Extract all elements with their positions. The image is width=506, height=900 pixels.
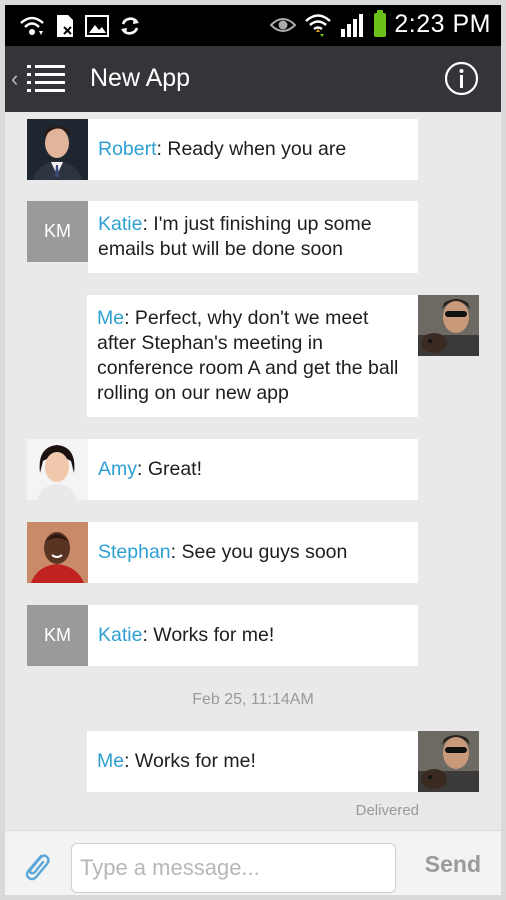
message-text: : Ready when you are xyxy=(156,138,347,160)
message-text: : Great! xyxy=(137,458,203,480)
menu-icon[interactable] xyxy=(27,63,65,95)
photo-avatar-stephan xyxy=(27,522,88,583)
photo-avatar-amy xyxy=(27,439,88,500)
sync-icon xyxy=(121,17,139,35)
sender-name: Robert xyxy=(98,138,157,160)
photo-avatar-robert xyxy=(27,119,88,180)
send-button[interactable]: Send xyxy=(425,851,481,878)
eye-icon xyxy=(270,17,297,32)
message-me-2[interactable]: Me: Works for me! xyxy=(87,731,479,792)
app-title: New App xyxy=(90,64,191,92)
message-bubble: Stephan: See you guys soon xyxy=(88,522,418,583)
sender-name: Amy xyxy=(98,458,137,480)
message-bubble: Me: Perfect, why don't we meet after Ste… xyxy=(87,295,418,417)
message-katie-2[interactable]: KM Katie: Works for me! xyxy=(27,605,418,666)
photo-avatar-me xyxy=(418,295,479,356)
message-me[interactable]: Me: Perfect, why don't we meet after Ste… xyxy=(87,295,479,417)
message-bubble: Robert: Ready when you are xyxy=(88,119,418,180)
message-input[interactable] xyxy=(71,843,396,893)
message-text: : See you guys soon xyxy=(170,541,348,563)
back-chevron-icon[interactable]: ‹ xyxy=(11,66,18,92)
sender-name: Me xyxy=(97,307,125,329)
message-katie[interactable]: KM Katie: I'm just finishing up some ema… xyxy=(27,201,418,273)
sender-name: Katie xyxy=(98,624,143,646)
info-icon[interactable] xyxy=(444,61,479,96)
signal-icon xyxy=(341,13,364,37)
sim-icon xyxy=(57,15,73,37)
phone-frame: 2:23 PM ‹ New App Robert: Ready when you… xyxy=(0,0,506,900)
app-bar: ‹ New App xyxy=(5,46,501,112)
message-text: : Perfect, why don't we meet after Steph… xyxy=(97,307,399,404)
initials-avatar-katie: KM xyxy=(27,201,88,262)
message-bubble: Katie: I'm just finishing up some emails… xyxy=(88,201,418,273)
message-amy[interactable]: Amy: Great! xyxy=(27,439,418,500)
message-bubble: Katie: Works for me! xyxy=(88,605,418,666)
sender-name: Katie xyxy=(98,213,143,235)
date-separator: Feb 25, 11:14AM xyxy=(192,691,314,708)
gallery-icon xyxy=(85,15,109,37)
message-text: : Works for me! xyxy=(124,750,256,772)
message-bubble: Me: Works for me! xyxy=(87,731,418,792)
status-time: 2:23 PM xyxy=(394,10,491,38)
delivered-status: Delivered xyxy=(355,802,419,819)
sender-name: Me xyxy=(97,750,125,772)
initials-avatar-katie: KM xyxy=(27,605,88,666)
message-stephan[interactable]: Stephan: See you guys soon xyxy=(27,522,418,583)
composer-bar: Send xyxy=(5,830,501,895)
paperclip-icon[interactable] xyxy=(21,850,51,884)
message-text: : Works for me! xyxy=(142,624,275,646)
wifi-calling-icon xyxy=(20,16,44,35)
status-bar: 2:23 PM xyxy=(5,5,501,46)
sender-name: Stephan xyxy=(98,541,171,563)
photo-avatar-me xyxy=(418,731,479,792)
message-bubble: Amy: Great! xyxy=(88,439,418,500)
battery-icon xyxy=(374,9,387,37)
message-robert[interactable]: Robert: Ready when you are xyxy=(27,119,418,180)
wifi-icon xyxy=(305,13,332,37)
